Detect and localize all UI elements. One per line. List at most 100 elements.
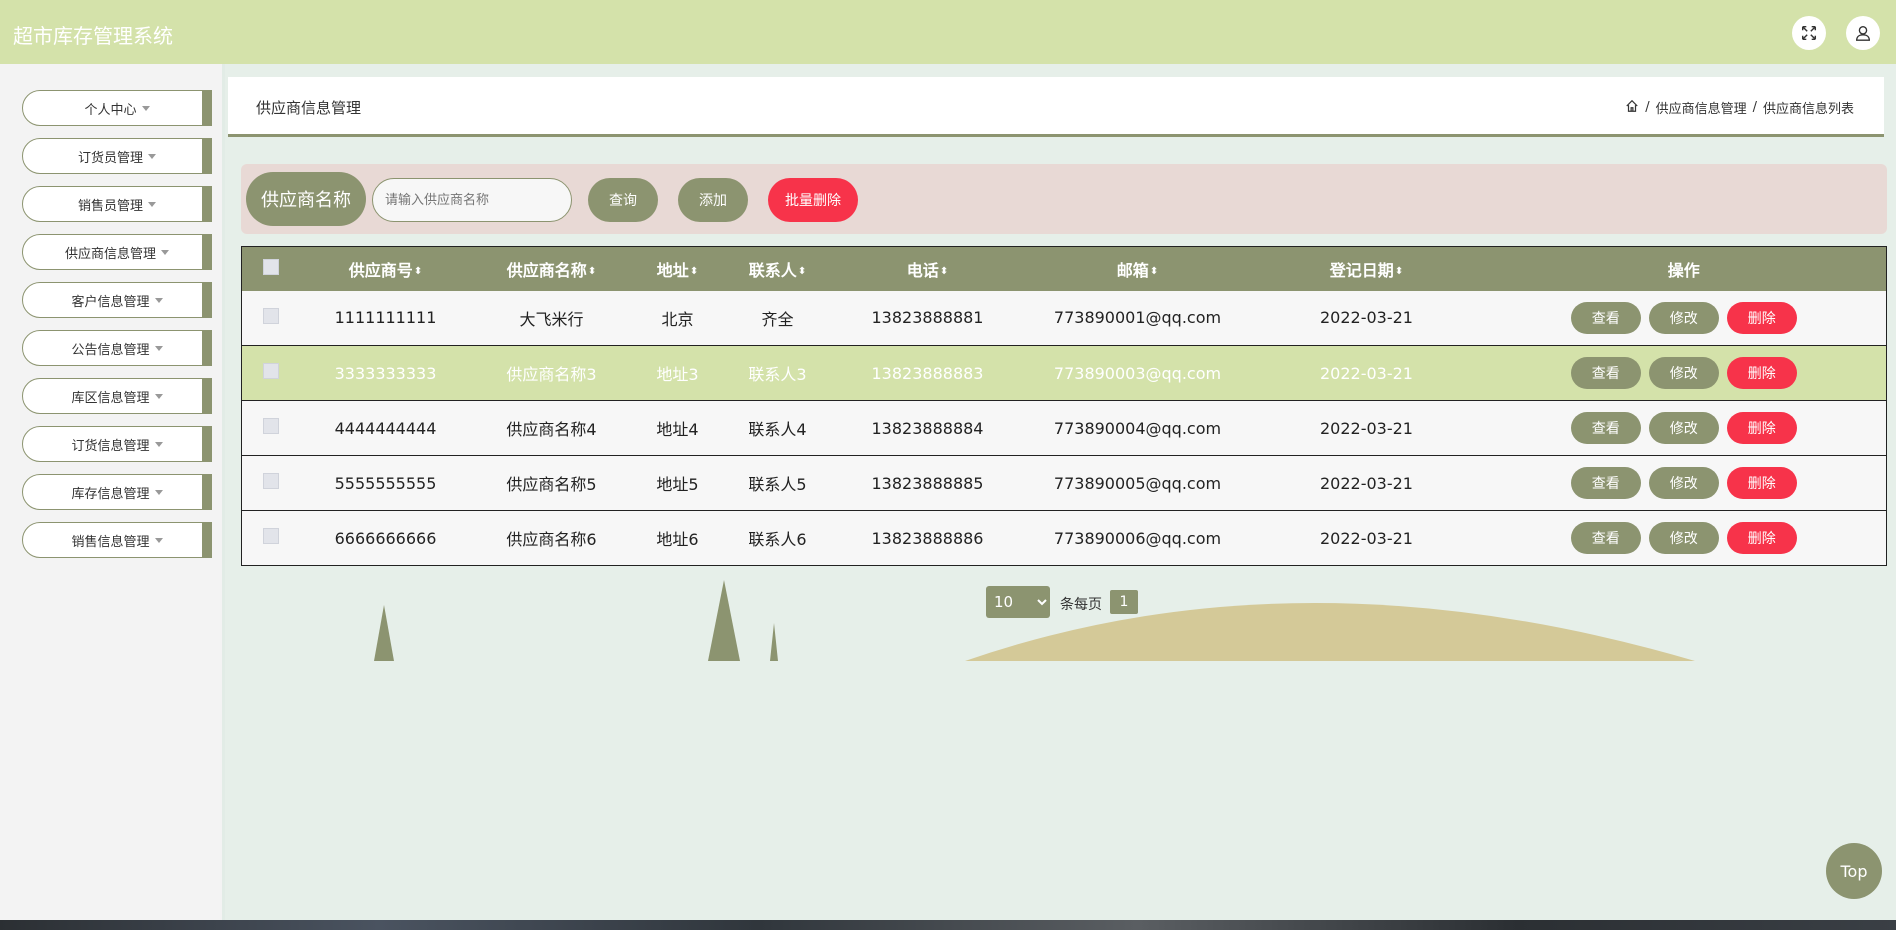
register-date-cell: 2022-03-21 [1251, 455, 1482, 511]
sidebar-item-personal-center[interactable]: 个人中心 [22, 90, 212, 126]
supplier-table: 供应商号⬍ 供应商名称⬍ 地址⬍ 联系人⬍ 电话⬍ 邮箱⬍ 登记日期⬍ 操作 1… [241, 246, 1887, 566]
page-number-button[interactable]: 1 [1110, 590, 1138, 614]
sort-icon[interactable]: ⬍ [798, 266, 806, 277]
column-header-supplier-id[interactable]: 供应商号⬍ [299, 246, 472, 291]
caret-down-icon [154, 537, 163, 543]
sort-icon[interactable]: ⬍ [690, 266, 698, 277]
contact-cell: 联系人3 [723, 345, 832, 401]
table-row: 5555555555 供应商名称5 地址5 联系人5 13823888885 7… [241, 455, 1887, 511]
delete-button[interactable]: 删除 [1726, 412, 1797, 444]
sidebar-item-label: 供应商信息管理 [64, 246, 156, 262]
phone-cell: 13823888881 [831, 290, 1024, 346]
column-header-label: 登记日期 [1329, 260, 1394, 280]
table-row: 4444444444 供应商名称4 地址4 联系人4 13823888884 7… [241, 400, 1887, 456]
column-header-address[interactable]: 地址⬍ [631, 246, 724, 291]
caret-down-icon [141, 105, 150, 111]
sidebar-item-label: 个人中心 [84, 102, 137, 118]
row-checkbox[interactable] [262, 363, 279, 379]
user-icon[interactable] [1846, 16, 1880, 50]
sidebar-item-salesperson-management[interactable]: 销售员管理 [22, 186, 212, 222]
breadcrumb-item-supplier-management[interactable]: 供应商信息管理 [1656, 98, 1747, 117]
edit-button[interactable]: 修改 [1648, 357, 1719, 389]
search-panel: 供应商名称 查询 添加 批量删除 [241, 164, 1887, 234]
edit-button[interactable]: 修改 [1648, 522, 1719, 554]
row-checkbox-cell [241, 400, 300, 456]
delete-button[interactable]: 删除 [1726, 357, 1797, 389]
per-page-label: 条每页 [1060, 597, 1102, 613]
row-checkbox-cell [241, 455, 300, 511]
view-button[interactable]: 查看 [1570, 357, 1641, 389]
sidebar-item-customer-management[interactable]: 客户信息管理 [22, 282, 212, 318]
supplier-id-cell: 4444444444 [299, 400, 472, 456]
phone-cell: 13823888886 [831, 510, 1024, 566]
email-cell: 773890003@qq.com [1023, 345, 1252, 401]
sidebar-item-warehouse-zone-management[interactable]: 库区信息管理 [22, 378, 212, 414]
page-title: 供应商信息管理 [256, 99, 362, 117]
add-button[interactable]: 添加 [678, 178, 748, 222]
address-cell: 北京 [631, 290, 724, 346]
column-header-label: 电话 [906, 260, 939, 280]
sidebar-item-label: 销售员管理 [77, 198, 143, 214]
sidebar-item-inventory-management[interactable]: 库存信息管理 [22, 474, 212, 510]
query-button[interactable]: 查询 [588, 178, 658, 222]
register-date-cell: 2022-03-21 [1251, 290, 1482, 346]
contact-cell: 联系人4 [723, 400, 832, 456]
batch-delete-button[interactable]: 批量删除 [768, 178, 858, 222]
breadcrumb-item-supplier-list: 供应商信息列表 [1762, 102, 1854, 117]
home-icon[interactable] [1625, 99, 1639, 117]
edit-button[interactable]: 修改 [1648, 412, 1719, 444]
sidebar-item-sales-management[interactable]: 销售信息管理 [22, 522, 212, 558]
fullscreen-icon[interactable] [1792, 16, 1826, 50]
view-button[interactable]: 查看 [1570, 522, 1641, 554]
search-label: 供应商名称 [246, 172, 366, 226]
column-header-register-date[interactable]: 登记日期⬍ [1251, 246, 1482, 291]
caret-down-icon [154, 345, 163, 351]
sidebar: 个人中心 订货员管理 销售员管理 供应商信息管理 客户信息管理 公告信息管理 库… [0, 64, 225, 920]
supplier-id-cell: 3333333333 [299, 345, 472, 401]
edit-button[interactable]: 修改 [1648, 301, 1719, 334]
sort-icon[interactable]: ⬍ [1395, 266, 1403, 277]
email-cell: 773890005@qq.com [1023, 455, 1252, 511]
view-button[interactable]: 查看 [1570, 412, 1641, 444]
address-cell: 地址6 [631, 510, 724, 566]
address-cell: 地址4 [631, 400, 724, 456]
row-checkbox[interactable] [262, 528, 279, 544]
supplier-name-cell: 供应商名称5 [471, 455, 632, 511]
sidebar-item-order-management[interactable]: 订货信息管理 [22, 426, 212, 462]
app-title: 超市库存管理系统 [13, 24, 173, 48]
row-checkbox[interactable] [262, 418, 279, 434]
row-checkbox-cell [241, 510, 300, 566]
contact-cell: 联系人5 [723, 455, 832, 511]
table-row: 1111111111 大飞米行 北京 齐全 13823888881 773890… [241, 290, 1887, 346]
select-all-checkbox[interactable] [262, 258, 279, 275]
row-checkbox[interactable] [262, 473, 279, 489]
register-date-cell: 2022-03-21 [1251, 345, 1482, 401]
sort-icon[interactable]: ⬍ [414, 266, 422, 277]
column-header-phone[interactable]: 电话⬍ [831, 246, 1024, 291]
page-size-select[interactable]: 10 [986, 586, 1050, 618]
sort-icon[interactable]: ⬍ [1150, 266, 1158, 277]
edit-button[interactable]: 修改 [1648, 467, 1719, 499]
delete-button[interactable]: 删除 [1726, 467, 1797, 499]
column-header-email[interactable]: 邮箱⬍ [1023, 246, 1252, 291]
actions-cell: 查看 修改 删除 [1481, 290, 1887, 346]
back-to-top-button[interactable]: Top [1826, 843, 1882, 899]
sidebar-item-label: 库区信息管理 [71, 390, 150, 406]
supplier-name-search-input[interactable] [372, 178, 572, 222]
supplier-name-cell: 供应商名称3 [471, 345, 632, 401]
actions-cell: 查看 修改 删除 [1481, 455, 1887, 511]
view-button[interactable]: 查看 [1570, 467, 1641, 499]
actions-cell: 查看 修改 删除 [1481, 345, 1887, 401]
view-button[interactable]: 查看 [1570, 301, 1641, 334]
row-checkbox[interactable] [262, 307, 279, 324]
delete-button[interactable]: 删除 [1726, 522, 1797, 554]
delete-button[interactable]: 删除 [1726, 301, 1797, 334]
column-header-supplier-name[interactable]: 供应商名称⬍ [471, 246, 632, 291]
sort-icon[interactable]: ⬍ [588, 266, 596, 277]
sort-icon[interactable]: ⬍ [940, 266, 948, 277]
sidebar-item-supplier-management[interactable]: 供应商信息管理 [22, 234, 212, 270]
sidebar-item-notice-management[interactable]: 公告信息管理 [22, 330, 212, 366]
sidebar-item-orderer-management[interactable]: 订货员管理 [22, 138, 212, 174]
column-header-contact[interactable]: 联系人⬍ [723, 246, 832, 291]
email-cell: 773890006@qq.com [1023, 510, 1252, 566]
